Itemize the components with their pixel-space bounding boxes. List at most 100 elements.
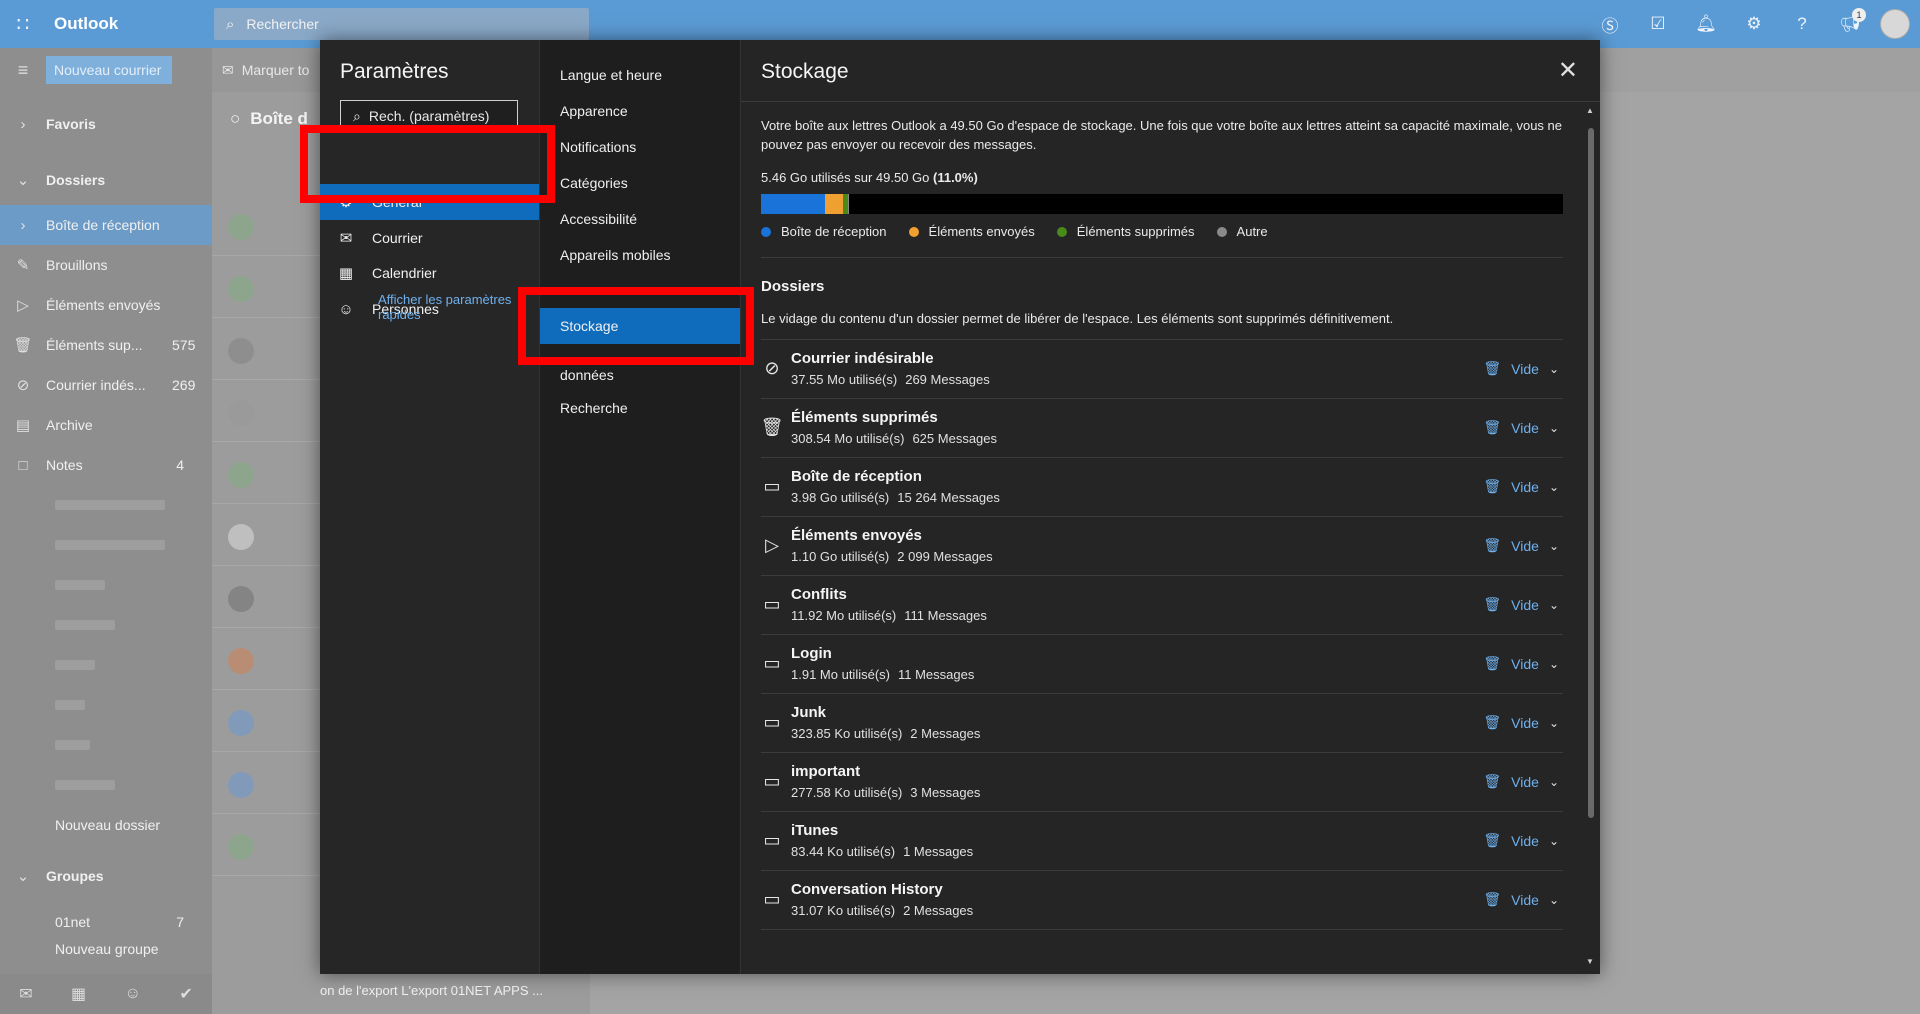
divider xyxy=(741,101,1600,102)
blurred-folder xyxy=(55,620,115,630)
legend-dot xyxy=(1056,226,1067,237)
blurred-folder xyxy=(55,540,165,550)
folder-row: ▭ Conversation History 31.07 Ko utilisé(s)… xyxy=(761,871,1563,930)
mail-icon[interactable]: ✉ xyxy=(19,984,32,1004)
empty-folder-button[interactable]: 🗑︎ Vide ⌄ xyxy=(1483,596,1559,613)
folder-icon: ▭ xyxy=(763,711,781,732)
settings-subcategories: Langue et heure Apparence Notifications … xyxy=(539,40,740,974)
trash-icon: 🗑︎ xyxy=(1483,655,1502,671)
chevron-down-icon[interactable]: ⌄ xyxy=(1549,421,1559,435)
nav-junk[interactable]: ⊘ Courrier indés... 269 xyxy=(0,365,212,405)
top-icons: Ⓢ ☑ 🔔︎ ⚙ ? 📢︎ 1 xyxy=(1586,0,1920,48)
chevron-down-icon[interactable]: ⌄ xyxy=(1549,893,1559,907)
mark-read-button[interactable]: Marquer to xyxy=(242,62,310,78)
nav-archive[interactable]: ▤ Archive xyxy=(0,405,212,445)
subcat-mobile-devices[interactable]: Appareils mobiles xyxy=(540,238,740,272)
subcat-notifications[interactable]: Notifications xyxy=(540,130,740,164)
help-icon[interactable]: ? xyxy=(1778,0,1826,48)
legend-item: Boîte de réception xyxy=(761,224,887,239)
empty-folder-button[interactable]: 🗑︎ Vide ⌄ xyxy=(1483,537,1559,554)
subcat-categories[interactable]: Catégories xyxy=(540,166,740,200)
subcat-appearance[interactable]: Apparence xyxy=(540,94,740,128)
left-nav: ≡ Nouveau courrier › Favoris ⌄ Dossiers › B… xyxy=(0,48,212,1014)
chevron-down-icon[interactable]: ⌄ xyxy=(1549,716,1559,730)
app-launcher-icon[interactable]: ∷ xyxy=(0,0,46,48)
people-icon[interactable]: ☺ xyxy=(125,985,141,1003)
folder-name: Courrier indésirable xyxy=(791,350,934,367)
nav-group-01net[interactable]: 01net 7 xyxy=(0,902,212,942)
nav-drafts[interactable]: ✎ Brouillons xyxy=(0,245,212,285)
subcat-accessibility[interactable]: Accessibilité xyxy=(540,202,740,236)
chevron-down-icon[interactable]: ⌄ xyxy=(1549,834,1559,848)
hamburger-icon[interactable]: ≡ xyxy=(0,60,46,81)
category-calendar[interactable]: ▦ Calendrier xyxy=(320,255,539,291)
empty-folder-button[interactable]: 🗑︎ Vide ⌄ xyxy=(1483,891,1559,908)
app-name[interactable]: Outlook xyxy=(54,14,214,34)
folder-icon: ▭ xyxy=(763,593,781,614)
subcat-search[interactable]: Recherche xyxy=(540,391,740,425)
scroll-up-icon[interactable]: ▲ xyxy=(1586,106,1594,115)
new-group-link[interactable]: Nouveau groupe xyxy=(0,938,212,960)
send-icon: ▷ xyxy=(765,534,779,555)
chevron-down-icon[interactable]: ⌄ xyxy=(1549,362,1559,376)
chevron-down-icon[interactable]: ⌄ xyxy=(1549,775,1559,789)
megaphone-icon[interactable]: 📢︎ 1 xyxy=(1826,0,1874,48)
todo-icon[interactable]: ☑ xyxy=(1634,0,1682,48)
empty-folder-button[interactable]: 🗑︎ Vide ⌄ xyxy=(1483,419,1559,436)
nav-deleted[interactable]: 🗑︎ Éléments sup... 575 xyxy=(0,325,212,365)
folder-count: 3 Messages xyxy=(910,785,981,800)
folder-meta: 277.58 Ko utilisé(s) 3 Messages xyxy=(791,785,988,800)
avatar[interactable] xyxy=(1880,9,1910,39)
nav-favoris[interactable]: › Favoris xyxy=(0,104,212,144)
folder-name: important xyxy=(791,763,861,780)
blurred-folder xyxy=(55,660,95,670)
folder-count: 2 099 Messages xyxy=(897,549,993,564)
chevron-down-icon[interactable]: ⌄ xyxy=(1549,657,1559,671)
new-folder-link[interactable]: Nouveau dossier xyxy=(0,805,212,845)
settings-dialog: Paramètres ⌕ Rech. (paramètres) ⚙ Général… xyxy=(300,40,1600,974)
calendar-icon[interactable]: ▦ xyxy=(71,984,86,1004)
nav-notes[interactable]: □ Notes 4 xyxy=(0,445,212,485)
folder-size: 3.98 Go utilisé(s) xyxy=(791,490,890,505)
scrollbar-thumb[interactable] xyxy=(1588,128,1594,818)
chevron-down-icon[interactable]: ⌄ xyxy=(1549,598,1559,612)
nav-groupes[interactable]: ⌄ Groupes xyxy=(0,856,212,896)
quick-settings-link[interactable]: Afficher les paramètres rapides xyxy=(378,292,528,322)
trash-icon: 🗑︎ xyxy=(1483,419,1502,435)
folder-row: ▭ Junk 323.85 Ko utilisé(s) 2 Messages 🗑︎ Vid… xyxy=(761,694,1563,753)
empty-label: Vide xyxy=(1511,773,1539,790)
category-mail[interactable]: ✉ Courrier xyxy=(320,220,539,256)
empty-folder-button[interactable]: 🗑︎ Vide ⌄ xyxy=(1483,773,1559,790)
folder-row: ▷ Éléments envoyés 1.10 Go utilisé(s) 2 099… xyxy=(761,517,1563,576)
empty-folder-button[interactable]: 🗑︎ Vide ⌄ xyxy=(1483,360,1559,377)
nav-dossiers[interactable]: ⌄ Dossiers xyxy=(0,160,212,200)
scroll-down-icon[interactable]: ▼ xyxy=(1586,957,1594,966)
todo-check-icon[interactable]: ✔ xyxy=(179,984,192,1004)
folder-row: ▭ Conflits 11.92 Mo utilisé(s) 111 Messages… xyxy=(761,576,1563,635)
empty-folder-button[interactable]: 🗑︎ Vide ⌄ xyxy=(1483,714,1559,731)
nav-sent[interactable]: ▷ Éléments envoyés xyxy=(0,285,212,325)
scrollbar[interactable]: ▲ ▼ xyxy=(1586,106,1594,966)
search-input[interactable]: ⌕ Rechercher xyxy=(214,8,589,40)
new-mail-button[interactable]: Nouveau courrier xyxy=(46,56,172,84)
chevron-down-icon[interactable]: ⌄ xyxy=(1549,480,1559,494)
blocked-icon: ⊘ xyxy=(16,377,30,394)
blurred-folder xyxy=(55,780,115,790)
bell-icon[interactable]: 🔔︎ xyxy=(1682,0,1730,48)
gear-icon[interactable]: ⚙ xyxy=(1730,0,1778,48)
empty-folder-button[interactable]: 🗑︎ Vide ⌄ xyxy=(1483,832,1559,849)
empty-label: Vide xyxy=(1511,655,1539,672)
blocked-icon: ⊘ xyxy=(764,357,780,378)
folder-size: 37.55 Mo utilisé(s) xyxy=(791,372,898,387)
close-icon[interactable]: ✕ xyxy=(1558,56,1578,85)
folder-size: 11.92 Mo utilisé(s) xyxy=(791,608,897,623)
empty-label: Vide xyxy=(1511,360,1539,377)
select-all-icon[interactable]: ○ xyxy=(230,109,240,129)
folder-meta: 31.07 Ko utilisé(s) 2 Messages xyxy=(791,903,981,918)
nav-inbox[interactable]: › Boîte de réception xyxy=(0,205,212,245)
empty-folder-button[interactable]: 🗑︎ Vide ⌄ xyxy=(1483,478,1559,495)
subcat-language-time[interactable]: Langue et heure xyxy=(540,58,740,92)
empty-folder-button[interactable]: 🗑︎ Vide ⌄ xyxy=(1483,655,1559,672)
inbox-icon: ▭ xyxy=(763,475,781,496)
chevron-down-icon[interactable]: ⌄ xyxy=(1549,539,1559,553)
